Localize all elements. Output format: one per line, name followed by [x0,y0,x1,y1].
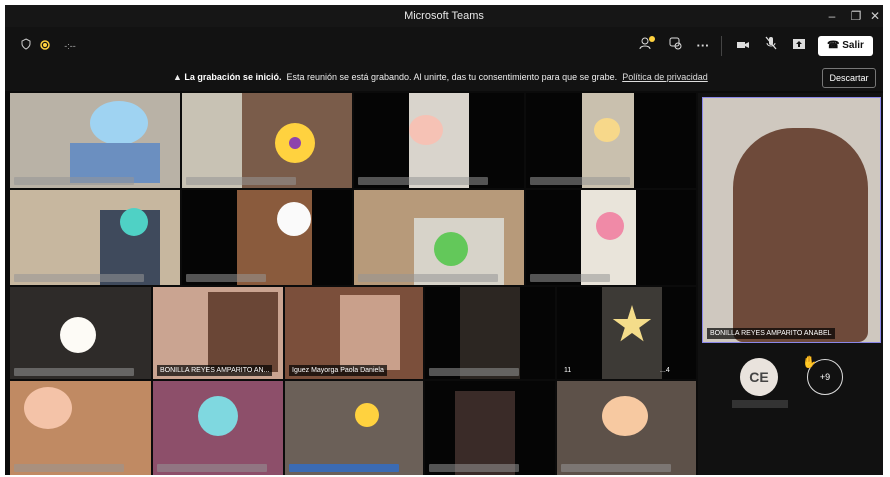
participant-name-blurred [157,464,267,472]
dismiss-button[interactable]: Descartar [822,68,876,88]
video-tile[interactable] [526,190,696,285]
chat-icon[interactable] [665,36,685,56]
participant-name-blurred [358,274,498,282]
raise-hand-icon: ✋ [802,355,817,369]
warning-icon: ▲ [173,72,185,82]
speaker-video [733,128,868,342]
recording-banner: ▲ La grabación se inició. Esta reunión s… [5,65,883,91]
more-options-button[interactable]: ··· [693,36,713,56]
participant-name: BONILLA REYES AMPARITO AN... [157,365,273,376]
video-tile[interactable] [182,190,352,285]
pink-face-sticker [596,212,624,240]
people-icon[interactable] [637,36,657,56]
video-tile[interactable]: 11 ...4 [557,287,696,379]
kid-sticker [602,396,648,436]
smile-sticker [60,317,96,353]
participant-name-blurred [530,177,630,185]
recording-text: Esta reunión se está grabando. Al unirte… [286,72,618,82]
video-tile[interactable] [10,190,180,285]
chick-sticker [594,118,620,142]
speaker-name: BONILLA REYES AMPARITO ANABEL [707,328,835,339]
video-tile[interactable] [354,93,524,188]
video-tile[interactable] [425,381,555,475]
participant-name-blurred [561,464,671,472]
video-tile[interactable] [557,381,696,475]
video-tile[interactable]: Iguez Mayorga Paola Daniela [285,287,423,379]
green-face-sticker [434,232,468,266]
avatar[interactable]: CE [740,358,778,396]
share-icon[interactable] [789,36,809,56]
video-tile[interactable] [182,93,352,188]
participant-video [208,292,278,372]
phone-icon: ☎ [827,40,843,51]
participant-video [182,93,242,188]
leave-button[interactable]: ☎ Salir [818,36,873,56]
participant-video [455,391,515,475]
video-tile[interactable] [10,287,151,379]
bear-sticker [409,115,443,145]
minimize-button[interactable]: – [820,7,844,25]
flower-sticker [355,403,379,427]
cloud-sticker [90,101,148,145]
bear-sticker [24,387,72,429]
participant-name-blurred [530,274,610,282]
participant-name: Iguez Mayorga Paola Daniela [289,365,387,376]
participant-name-blurred [14,274,144,282]
participant-name-blurred [429,464,519,472]
video-tile[interactable] [10,381,151,475]
meeting-toolbar: -:-- ··· ☎ Salir [5,27,883,65]
speaker-video-tile[interactable]: BONILLA REYES AMPARITO ANABEL [702,97,881,343]
video-tile[interactable] [354,190,524,285]
face-sticker [120,208,148,236]
video-tile[interactable] [425,287,555,379]
record-dot-icon [38,36,52,56]
participant-name: 11 [564,367,572,374]
recording-notice: ▲ La grabación se inició. Esta reunión s… [173,72,708,82]
video-tile[interactable] [10,93,180,188]
close-button[interactable]: ✕ [867,7,883,25]
participant-name-blurred [14,464,124,472]
flower-sticker [275,123,315,163]
privacy-link[interactable]: Política de privacidad [622,72,708,82]
participant-video [460,287,520,379]
meeting-timer: -:-- [64,41,76,51]
participant-name-blurred [429,368,519,376]
bunny-sticker [277,202,311,236]
window-title: Microsoft Teams [404,10,484,22]
participant-name-blurred [14,177,134,185]
maximize-button[interactable]: ❐ [844,7,868,25]
shield-icon [19,36,33,56]
leave-label: Salir [842,40,864,51]
participant-name: ...4 [660,367,670,374]
participant-video [340,295,400,370]
participant-name-blurred [186,274,266,282]
toolbar-divider [721,36,722,56]
camera-icon[interactable] [733,36,753,56]
avatar-name-blurred [732,400,788,408]
video-tile[interactable] [526,93,696,188]
video-tile[interactable] [153,381,283,475]
mic-muted-icon[interactable] [761,36,781,56]
participant-name-blurred [289,464,399,472]
participant-name-blurred [358,177,488,185]
participant-name-blurred [186,177,296,185]
teams-window: Microsoft Teams – ❐ ✕ -:-- ··· ☎ Salir ▲… [5,5,883,475]
video-tile[interactable]: BONILLA REYES AMPARITO AN... [153,287,283,379]
video-tile[interactable] [285,381,423,475]
title-bar: Microsoft Teams – ❐ ✕ [5,5,883,27]
recording-title: La grabación se inició. [184,72,282,82]
face-sticker [198,396,238,436]
participant-name-blurred [14,368,134,376]
